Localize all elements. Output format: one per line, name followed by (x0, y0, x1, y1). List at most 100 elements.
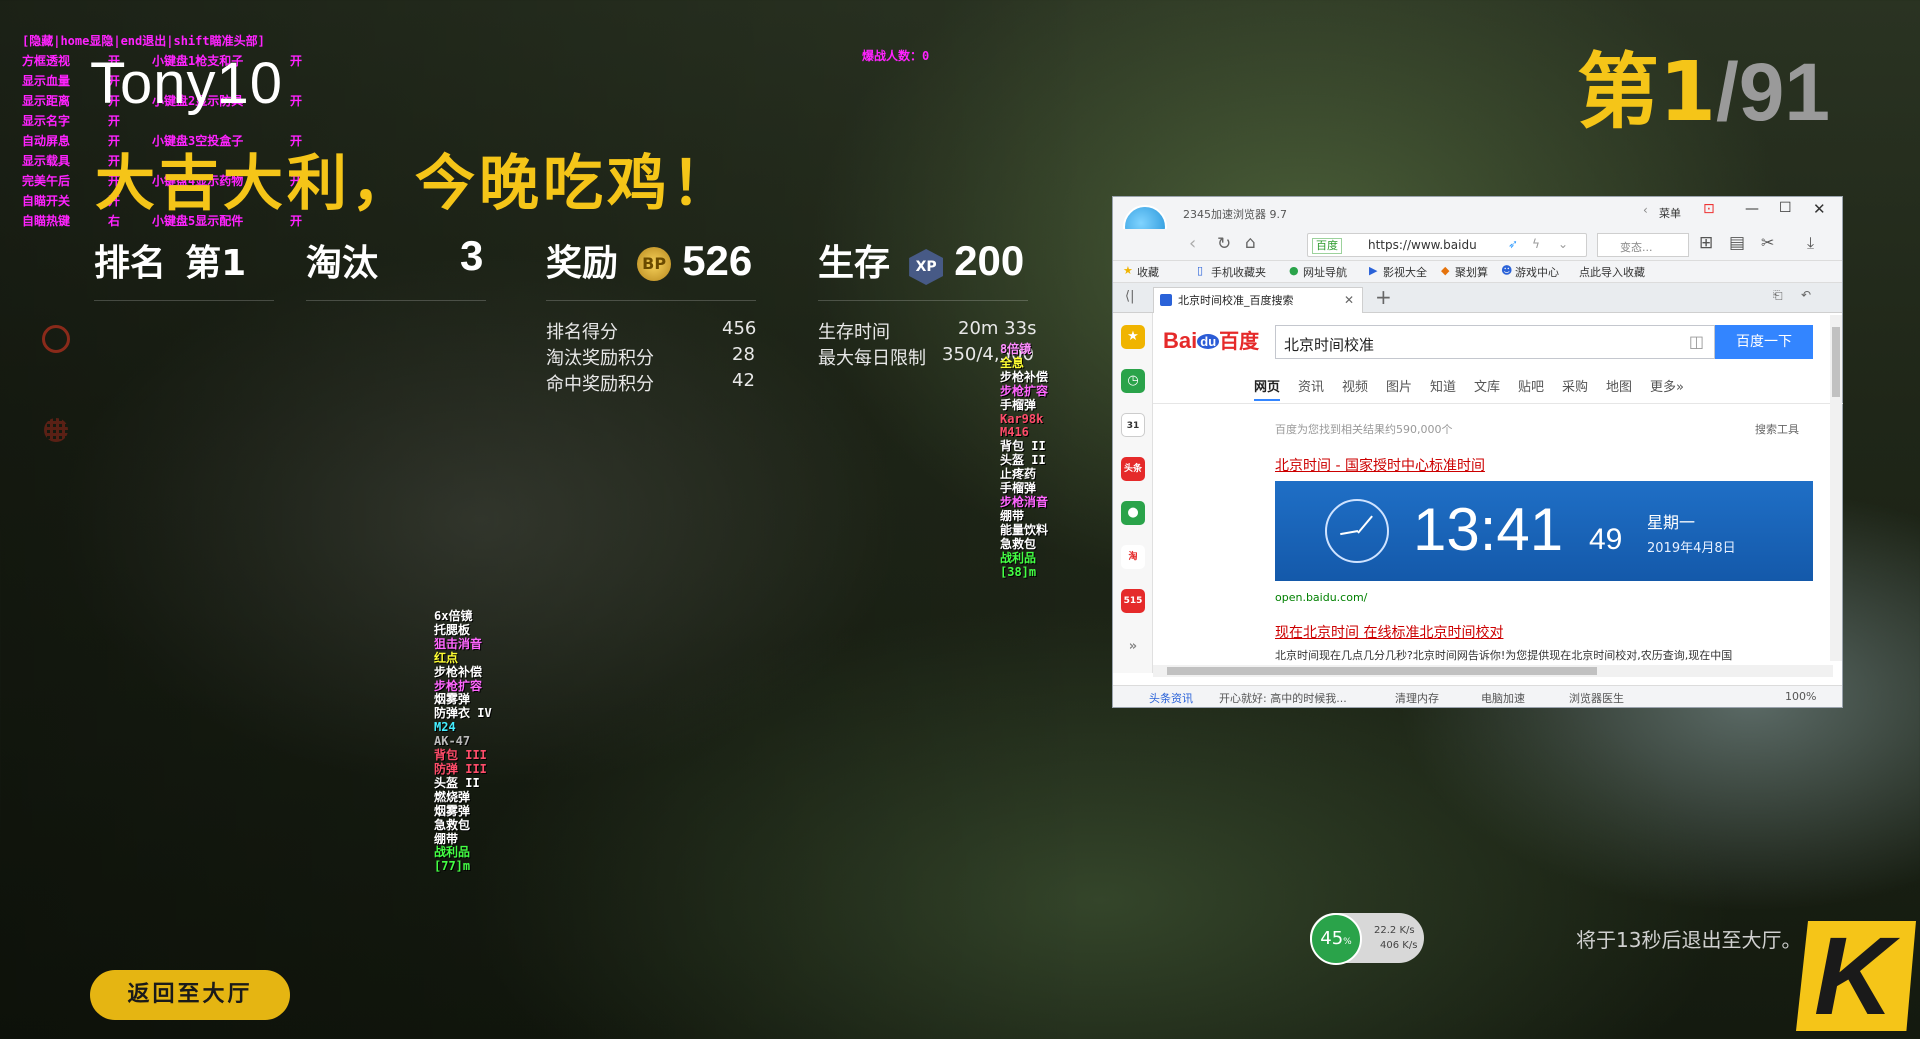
status-clean[interactable]: 清理内存 (1395, 690, 1439, 706)
address-bar[interactable]: 百度 https://www.baidu ➶ ϟ ⌄ (1307, 233, 1587, 257)
status-doctor[interactable]: 浏览器医生 (1569, 690, 1624, 706)
reader-icon[interactable]: ▤ (1729, 233, 1745, 253)
survive-label: 生存 (818, 243, 891, 284)
baidu-search-button[interactable]: 百度一下 (1715, 325, 1813, 359)
sidebar-taobao-icon[interactable]: 淘 (1121, 545, 1145, 569)
result-1-url[interactable]: open.baidu.com/ (1275, 591, 1367, 604)
camera-icon[interactable]: ◫ (1689, 332, 1704, 351)
lightning-icon[interactable]: ϟ (1532, 237, 1540, 251)
status-ticker[interactable]: 开心就好: 高中的时候我... (1219, 690, 1347, 706)
clock-date: 2019年4月8日 (1647, 541, 1736, 556)
close-button[interactable]: ✕ (1813, 200, 1826, 218)
baidu-nav-tab[interactable]: 更多» (1650, 376, 1684, 395)
esp-loot-item: 止疼药 (1000, 467, 1037, 482)
vertical-scrollbar[interactable] (1830, 315, 1842, 661)
download-icon[interactable]: ⤓ (1807, 233, 1814, 253)
baidu-nav-tab[interactable]: 资讯 (1298, 376, 1324, 395)
status-zoom[interactable]: 100% (1785, 690, 1816, 703)
back-icon[interactable]: ‹ (1189, 233, 1196, 254)
feedback-icon[interactable]: ⊡ (1703, 201, 1715, 217)
favorite-item[interactable]: 游戏中心 (1515, 264, 1559, 280)
undo-icon[interactable]: ↶ (1801, 288, 1811, 302)
stats-divider-3 (546, 300, 756, 301)
sidebar-more-icon[interactable]: » (1121, 635, 1145, 659)
sidebar-wechat-icon[interactable]: ● (1121, 501, 1145, 525)
baidu-nav-tab[interactable]: 视频 (1342, 376, 1368, 395)
cheat-menu: [隐藏|home显隐|end退出|shift瞄准头部] (22, 34, 265, 48)
apps-icon[interactable]: ⊞ (1699, 233, 1713, 253)
baidu-nav-tab[interactable]: 图片 (1386, 376, 1412, 395)
status-news[interactable]: 头条资讯 (1149, 690, 1193, 706)
baidu-logo: Bai du 百度 (1163, 325, 1259, 354)
esp-loot-item: [77]m (434, 859, 471, 874)
sidebar-calendar-icon[interactable]: 31 (1121, 413, 1145, 437)
esp-loot-item: M24 (434, 720, 456, 735)
report-icon[interactable] (42, 325, 70, 353)
secure-badge: 百度 (1312, 238, 1342, 254)
kill-bonus-value: 28 (732, 344, 755, 365)
favorite-item[interactable]: 影视大全 (1383, 264, 1427, 280)
refresh-icon[interactable]: ↻ (1217, 234, 1231, 254)
favorite-item[interactable]: 收藏 (1137, 264, 1159, 280)
horizontal-scrollbar[interactable] (1153, 665, 1833, 677)
esp-loot-item: 步枪补偿 (1000, 369, 1049, 384)
menu-chevron-icon[interactable]: ‹ (1643, 203, 1648, 217)
tab-baidu[interactable]: 北京时间校准_百度搜索 ✕ (1153, 287, 1363, 313)
tab-restore-icon[interactable]: ⎗ (1773, 288, 1783, 303)
side-search-box[interactable]: 变态... (1597, 233, 1689, 257)
tab-close-icon[interactable]: ✕ (1344, 288, 1354, 312)
dropdown-icon[interactable]: ⌄ (1558, 237, 1568, 251)
screenshot-icon[interactable]: ✂ (1761, 233, 1774, 252)
esp-loot-item: 能量饮料 (1000, 522, 1049, 537)
cheat-option-name: 自瞄开关 (22, 194, 71, 208)
esp-loot-item: 手榴弹 (1000, 481, 1037, 496)
favorite-item[interactable]: 聚划算 (1455, 264, 1488, 280)
browser-menu[interactable]: 菜单 (1659, 205, 1681, 221)
minimize-button[interactable]: — (1745, 201, 1759, 217)
clock-time: 13:41 (1413, 496, 1564, 563)
favorite-icon: ● (1289, 264, 1299, 277)
baidu-nav-tab[interactable]: 知道 (1430, 376, 1456, 395)
baidu-logo-du: du (1200, 334, 1217, 349)
result-count: 百度为您找到相关结果约590,000个 (1275, 423, 1453, 436)
maximize-button[interactable]: ☐ (1779, 200, 1792, 216)
baidu-search-input[interactable]: 北京时间校准 ◫ (1275, 325, 1715, 359)
new-tab-button[interactable]: + (1375, 285, 1392, 309)
hit-bonus-label: 命中奖励积分 (546, 374, 654, 395)
favorite-item[interactable]: 手机收藏夹 (1211, 264, 1266, 280)
baidu-nav-tab[interactable]: 网页 (1254, 376, 1281, 401)
grid-icon[interactable] (44, 418, 68, 442)
baidu-nav-tab[interactable]: 贴吧 (1518, 376, 1544, 395)
result-1-title[interactable]: 北京时间 - 国家授时中心标准时间 (1275, 455, 1485, 475)
upload-speed: 22.2 K/s (1374, 925, 1415, 936)
search-tools[interactable]: 搜索工具 (1755, 421, 1799, 437)
sidebar-toutiao-icon[interactable]: 头条 (1121, 457, 1145, 481)
sidebar-favorites-icon[interactable]: ★ (1121, 325, 1145, 349)
status-accel[interactable]: 电脑加速 (1481, 690, 1525, 706)
esp-loot-item: AK-47 (434, 734, 471, 749)
home-icon[interactable]: ⌂ (1245, 233, 1256, 253)
sidebar-history-icon[interactable]: ◷ (1121, 369, 1145, 393)
esp-loot-item: 6x倍镜 (434, 609, 473, 623)
return-to-lobby-button[interactable]: 返回至大厅 (90, 970, 290, 1020)
favorite-item[interactable]: 网址导航 (1303, 264, 1347, 280)
browser-address-row: ‹ ↻ ⌂ 百度 https://www.baidu ➶ ϟ ⌄ 变态... ⊞… (1113, 229, 1842, 261)
result-2-title[interactable]: 现在北京时间 在线标准北京时间校对 (1275, 622, 1503, 642)
cpu-percent: 45 (1320, 928, 1344, 949)
cheat-hotkey-state: 开 (290, 54, 303, 68)
rocket-icon[interactable]: ➶ (1508, 237, 1518, 251)
baidu-nav-tab[interactable]: 采购 (1562, 376, 1588, 395)
cpu-usage-circle[interactable]: 45% (1310, 913, 1362, 965)
sidebar-shop-icon[interactable]: 515 (1121, 589, 1145, 613)
xp-value: 200 (954, 237, 1025, 284)
esp-loot-item: 背包 III (434, 748, 487, 763)
esp-loot-list-left: 6x倍镜 托腮板 狙击消音 红点 步枪补偿 步枪扩容 烟雾弹 防弹衣 IV M24 AK-47 背包… (434, 609, 492, 874)
baidu-paw-icon: du (1197, 334, 1220, 349)
baidu-nav-tab[interactable]: 地图 (1606, 376, 1632, 395)
favorite-item[interactable]: 点此导入收藏 (1579, 264, 1645, 280)
sidebar-toggle-icon[interactable]: ⟨| (1125, 289, 1134, 304)
exit-countdown: 将于13秒后退出至大厅。 (1576, 928, 1802, 952)
baidu-nav-tab[interactable]: 文库 (1474, 376, 1500, 395)
kill-counter: 爆战人数：0 (862, 49, 930, 63)
kills-stat: 淘汰 (306, 234, 378, 286)
